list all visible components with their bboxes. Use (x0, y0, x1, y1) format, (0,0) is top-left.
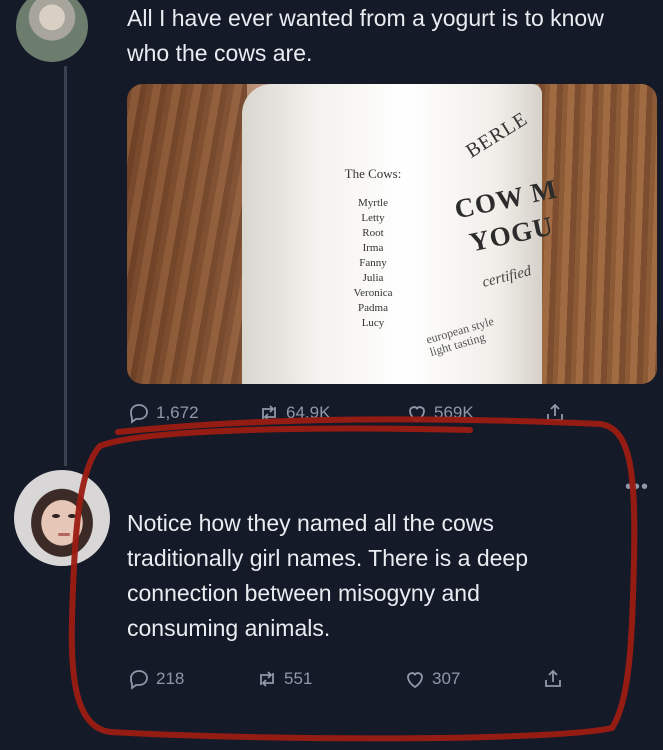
reply-count: 218 (156, 669, 185, 688)
heart-icon (407, 672, 423, 689)
cow-name: Root (362, 227, 384, 239)
share-button[interactable] (541, 667, 570, 691)
avatar-eye (68, 514, 76, 518)
wood-background (127, 84, 247, 384)
retweet-icon (260, 671, 274, 687)
cow-name: Padma (358, 302, 388, 314)
retweet-count: 551 (284, 669, 313, 688)
more-icon[interactable]: ••• (625, 476, 649, 499)
tweet-text: All I have ever wanted from a yogurt is … (127, 5, 604, 66)
tweet-text: Notice how they named all the cows tradi… (127, 510, 529, 641)
cow-name: Lucy (361, 317, 385, 329)
cows-list: The Cows: Myrtle Letty Root Irma Fanny J… (325, 166, 421, 331)
retweet-count: 64.9K (286, 403, 331, 422)
like-count: 569K (434, 403, 474, 422)
avatar-mouth (58, 533, 70, 536)
avatar[interactable] (14, 470, 110, 566)
avatar-eye (52, 514, 60, 518)
share-icon (545, 669, 561, 687)
thread-line (64, 66, 67, 466)
avatar[interactable] (16, 0, 88, 62)
reply-button[interactable]: 1,672 (127, 401, 199, 425)
like-button[interactable]: 307 (403, 667, 460, 691)
cow-name: Fanny (359, 257, 387, 269)
tweet-actions: 1,672 64.9K 569K (127, 399, 587, 427)
reply-button[interactable]: 218 (127, 667, 184, 691)
cow-name: Veronica (353, 287, 393, 299)
cow-name: Julia (362, 272, 384, 284)
cow-name: Letty (361, 212, 385, 224)
heart-icon (409, 406, 425, 423)
reply-icon (130, 404, 148, 424)
reply-icon (130, 670, 148, 690)
like-count: 307 (432, 669, 461, 688)
retweet-button[interactable]: 551 (255, 667, 312, 691)
reply-count: 1,672 (156, 403, 199, 422)
tweet-actions: 218 551 307 (127, 665, 587, 693)
cow-name: Myrtle (358, 197, 388, 209)
retweet-button[interactable]: 64.9K (257, 401, 330, 425)
share-icon (547, 403, 563, 421)
cows-title: The Cows: (344, 166, 402, 181)
share-button[interactable] (543, 401, 572, 425)
retweet-icon (262, 405, 276, 421)
cow-name: Irma (362, 242, 384, 254)
yogurt-photo[interactable]: The Cows: Myrtle Letty Root Irma Fanny J… (127, 84, 657, 384)
like-button[interactable]: 569K (405, 401, 474, 425)
